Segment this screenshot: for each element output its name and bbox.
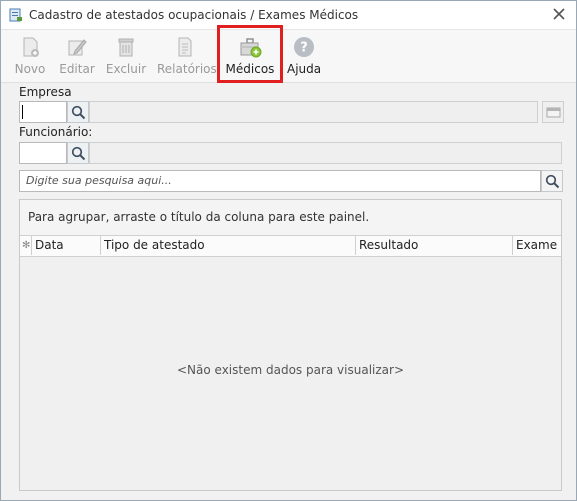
app-icon [9,8,22,22]
help-button[interactable]: ? Ajuda [287,34,321,78]
doctors-button[interactable]: Médicos [223,34,277,78]
empresa-search-button[interactable] [67,101,89,123]
doctors-button-label: Médicos [225,62,275,76]
group-by-panel[interactable]: Para agrupar, arraste o título da coluna… [20,200,561,235]
text-caret [22,105,23,119]
edit-pencil-icon [68,39,87,56]
funcionario-name-field [89,142,562,164]
column-header-resultado[interactable]: Resultado [356,236,513,255]
row-indicator-icon[interactable]: ✻ [20,236,32,255]
new-doc-icon [23,37,39,57]
trash-icon [118,38,134,57]
reports-button-label: Relatórios [157,62,217,76]
search-button[interactable] [541,170,563,192]
empresa-grid-button[interactable] [542,101,564,123]
empresa-name-field [89,101,538,123]
reports-button[interactable]: Relatórios [157,34,217,78]
grid-header-row: ✻ Data Tipo de atestado Resultado Exame [20,235,561,257]
empresa-code-input[interactable] [19,101,67,123]
empty-grid-message: <Não existem dados para visualizar> [176,363,404,377]
new-button[interactable]: Novo [13,34,47,78]
toolbar: Novo Editar Excluir Relatórios Médicos ?… [1,29,576,83]
column-header-exame[interactable]: Exame [513,236,561,255]
help-icon: ? [294,37,314,57]
edit-button[interactable]: Editar [57,34,97,78]
group-by-hint: Para agrupar, arraste o título da coluna… [28,210,370,224]
new-button-label: Novo [14,62,46,76]
delete-button-label: Excluir [105,62,147,76]
svg-text:?: ? [300,41,308,56]
funcionario-search-button[interactable] [67,142,89,164]
data-grid: Para agrupar, arraste o título da coluna… [19,199,562,491]
funcionario-label: Funcionário: [19,125,93,139]
edit-button-label: Editar [59,62,95,76]
funcionario-code-input[interactable] [19,142,67,164]
close-icon[interactable] [552,7,566,21]
search-input[interactable]: Digite sua pesquisa aqui... [19,170,541,192]
doctor-kit-icon [240,38,262,58]
delete-button[interactable]: Excluir [105,34,147,78]
search-icon [545,174,560,189]
window-title: Cadastro de atestados ocupacionais / Exa… [29,8,359,22]
table-icon [546,107,561,118]
column-header-tipo[interactable]: Tipo de atestado [101,236,356,255]
search-icon [71,146,86,161]
search-icon [71,105,86,120]
help-button-label: Ajuda [287,62,322,76]
column-header-data[interactable]: Data [32,236,101,255]
empresa-label: Empresa [19,85,72,99]
title-bar: Cadastro de atestados ocupacionais / Exa… [1,1,576,29]
main-window: Cadastro de atestados ocupacionais / Exa… [0,0,577,501]
report-icon [178,37,192,57]
